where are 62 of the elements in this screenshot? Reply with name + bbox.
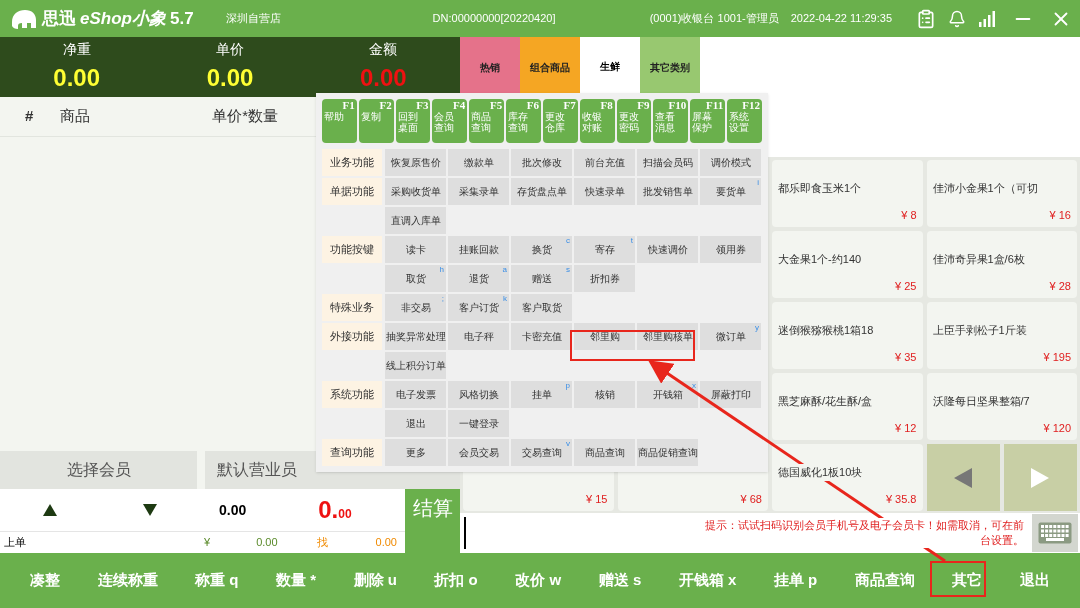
hotkey-label: ; [441, 294, 444, 303]
datetime-label: 2022-04-22 11:29:35 [790, 11, 892, 27]
paid-amount: 0.00 [256, 535, 278, 551]
scale-label: 净重 [62, 39, 91, 59]
column-header: # [25, 106, 34, 127]
hotkey-label: i [757, 178, 759, 187]
change-amount: 0.00 [375, 535, 397, 551]
column-header: 商品 [60, 106, 91, 127]
hint-text: 提示：试试扫码识别会员手机号及电子会员卡！如需取消，可在前台设置。 [702, 518, 1024, 548]
group-label: 特殊业务 [322, 294, 382, 321]
product-price: ¥ 12 [895, 420, 917, 436]
previous-order-label: 上单 [4, 535, 26, 551]
version-label: 5.7 [169, 7, 194, 30]
store-name: 深圳自营店 [225, 11, 281, 27]
product-name: 沃隆每日坚果整箱/7 [932, 393, 1030, 410]
product-price: ¥ 120 [1043, 420, 1071, 436]
hotkey-label: c [566, 236, 570, 245]
scale-label: 单价 [216, 39, 244, 59]
hotkey-label: p [565, 381, 570, 390]
hotkey-label: k [503, 294, 507, 303]
product-price: ¥ 15 [586, 491, 608, 507]
product-name: 德国威化1板10块 [778, 464, 863, 481]
product-price: ¥ 25 [895, 278, 917, 294]
product-name: 上臣手剥松子1斤装 [932, 322, 1027, 339]
cashier-label: (0001)收银台 1001-管理员 [649, 11, 779, 27]
device-number: DN:00000000[20220420] [432, 11, 556, 27]
brand-name: 思迅 [42, 7, 76, 30]
product-name: eShop小象 [80, 7, 166, 30]
group-label: 业务功能 [322, 149, 382, 176]
hotkey-label: x [692, 381, 696, 390]
product-price: ¥ 195 [1043, 349, 1071, 365]
group-label: 外接功能 [322, 323, 382, 350]
hotkey-label: t [630, 236, 633, 245]
product-name: 黑芝麻酥/花生酥/盒 [778, 393, 873, 410]
product-price: ¥ 35 [895, 349, 917, 365]
product-price: ¥ 16 [1049, 207, 1071, 223]
group-label: 系统功能 [322, 381, 382, 408]
scale-value: 0.00 [359, 62, 407, 93]
scale-value: 0.00 [206, 62, 254, 93]
product-name: 都乐即食玉米1个 [778, 180, 862, 197]
product-name: 迷倒猴猕猴桃1箱18 [778, 322, 874, 339]
hotkey-label: a [502, 265, 507, 274]
hotkey-label: s [566, 265, 570, 274]
quantity-total: 0.00 [219, 500, 247, 520]
product-price: ¥ 35.8 [885, 491, 917, 507]
group-label: 单据功能 [322, 178, 382, 205]
change-label: 找 [316, 535, 328, 551]
product-price: ¥ 28 [1049, 278, 1071, 294]
product-price: ¥ 68 [740, 491, 762, 507]
hotkey-label: y [755, 323, 759, 332]
hotkey-label: h [439, 265, 444, 274]
product-name: 佳沛小金果1个（可切 [932, 180, 1038, 197]
currency-symbol: ¥ [204, 535, 211, 551]
group-label: 查询功能 [322, 439, 382, 466]
product-name: 大金果1个-约140 [778, 251, 862, 268]
column-header: 单价*数量 [212, 106, 279, 127]
group-label: 功能按键 [322, 236, 382, 263]
scale-label: 金额 [369, 39, 398, 59]
amount-total: 0.00 [318, 495, 352, 525]
product-name: 佳沛奇异果1盒/6枚 [932, 251, 1025, 268]
product-price: ¥ 8 [901, 207, 917, 223]
scale-value: 0.00 [53, 62, 100, 93]
